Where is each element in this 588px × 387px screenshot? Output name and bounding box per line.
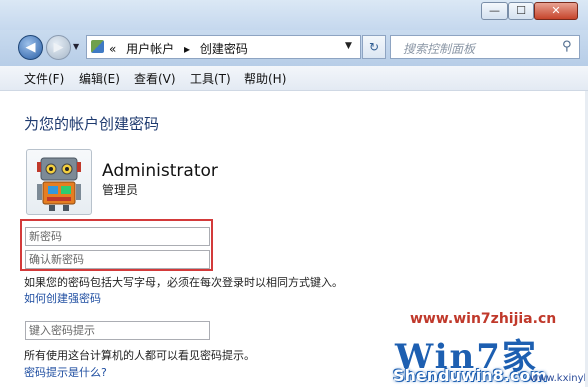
back-arrow-icon: ◀ <box>25 40 36 55</box>
caps-lock-note: 如果您的密码包括大写字母，必须在每次登录时以相同方式键入。 <box>24 276 343 289</box>
close-button[interactable]: ✕ <box>534 2 578 20</box>
close-icon: ✕ <box>551 4 561 17</box>
breadcrumb-arrow-icon[interactable]: ▸ <box>184 42 190 56</box>
title-bar: — ☐ ✕ <box>0 0 588 30</box>
control-panel-icon <box>91 40 104 53</box>
watermark: www.win7zhijia.cn Win7家 Shenduwin8.com w… <box>385 311 588 386</box>
maximize-icon: ☐ <box>516 4 526 17</box>
refresh-button[interactable]: ↻ <box>362 35 386 59</box>
password-hint-input[interactable]: 键入密码提示 <box>25 321 210 340</box>
address-bar[interactable]: « 用户帐户 ▸ 创建密码 ▼ <box>86 35 361 59</box>
minimize-button[interactable]: — <box>481 2 508 20</box>
menu-tools[interactable]: 工具(T) <box>190 70 231 87</box>
avatar <box>26 149 92 215</box>
menu-file[interactable]: 文件(F) <box>24 70 64 87</box>
address-dropdown-icon[interactable]: ▼ <box>345 41 352 51</box>
hint-visibility-note: 所有使用这台计算机的人都可以看见密码提示。 <box>24 349 255 362</box>
watermark-site: www.kxinyk.com <box>530 373 588 384</box>
confirm-password-input[interactable]: 确认新密码 <box>25 250 210 269</box>
maximize-button[interactable]: ☐ <box>508 2 534 20</box>
watermark-url: www.win7zhijia.cn <box>410 311 557 327</box>
breadcrumb-user-accounts[interactable]: 用户帐户 <box>126 42 174 56</box>
page-title: 为您的帐户创建密码 <box>24 115 160 133</box>
robot-avatar-icon <box>37 157 81 211</box>
new-password-input[interactable]: 新密码 <box>25 227 210 246</box>
menu-help[interactable]: 帮助(H) <box>244 70 286 87</box>
control-panel-window: — ☐ ✕ ◀ ▶ ▼ « 用户帐户 ▸ 创建密码 ▼ ↻ 搜索控制面板 ⚲ 文… <box>0 0 588 387</box>
search-icon[interactable]: ⚲ <box>562 39 572 54</box>
breadcrumb-create-password[interactable]: 创建密码 <box>200 42 248 56</box>
user-name: Administrator <box>102 161 218 181</box>
search-input[interactable]: 搜索控制面板 ⚲ <box>390 35 580 59</box>
back-button[interactable]: ◀ <box>18 35 43 60</box>
recent-pages-dropdown[interactable]: ▼ <box>73 42 79 51</box>
menu-edit[interactable]: 编辑(E) <box>79 70 120 87</box>
content-area: 为您的帐户创建密码 Administrator 管理员 新密码 确认新密码 如果… <box>0 91 588 387</box>
breadcrumb: « 用户帐户 ▸ 创建密码 <box>109 40 248 57</box>
minimize-icon: — <box>489 4 500 17</box>
strong-password-link[interactable]: 如何创建强密码 <box>24 290 101 306</box>
password-hint-help-link[interactable]: 密码提示是什么? <box>24 364 107 380</box>
breadcrumb-overflow[interactable]: « <box>109 42 116 56</box>
forward-arrow-icon: ▶ <box>53 40 64 55</box>
search-placeholder: 搜索控制面板 <box>403 42 476 56</box>
watermark-brand: Shenduwin8.com <box>393 366 548 385</box>
menu-view[interactable]: 查看(V) <box>134 70 176 87</box>
forward-button[interactable]: ▶ <box>46 35 71 60</box>
user-role: 管理员 <box>102 183 139 197</box>
menu-bar: 文件(F) 编辑(E) 查看(V) 工具(T) 帮助(H) <box>0 66 588 91</box>
